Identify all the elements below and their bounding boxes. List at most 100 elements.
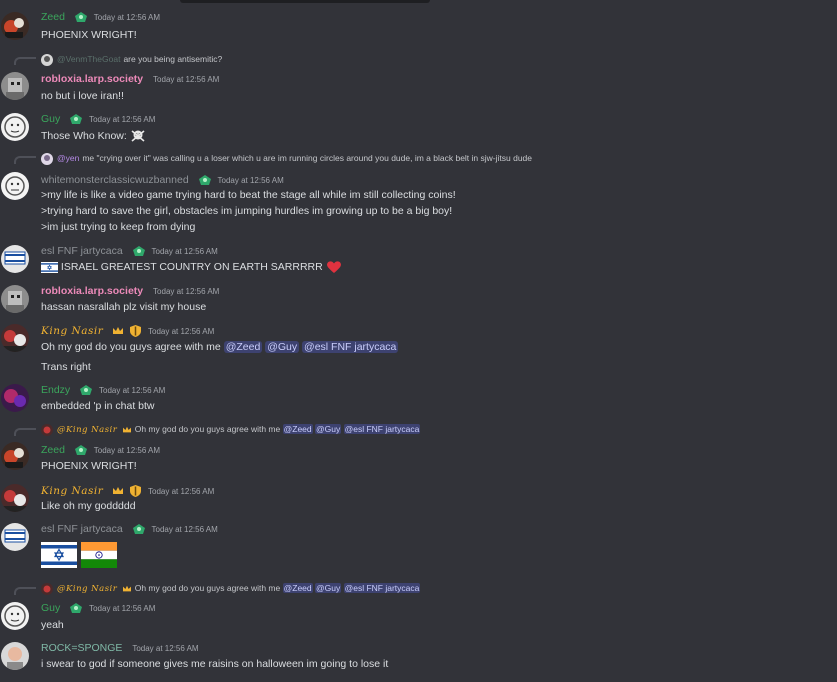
username[interactable]: King Nasir xyxy=(41,485,103,498)
shield-icon xyxy=(129,484,142,498)
timestamp: Today at 12:56 AM xyxy=(93,13,161,22)
reply-preview[interactable]: @VenmTheGoat are you being antisemitic? xyxy=(41,53,223,66)
message-text: ISRAEL GREATEST COUNTRY ON EARTH SARRRRR xyxy=(60,261,323,273)
message-line: >im just trying to keep from dying xyxy=(41,221,196,233)
timestamp: Today at 12:56 AM xyxy=(217,176,284,185)
user-mention[interactable]: @esl FNF jartycaca xyxy=(302,341,399,353)
reply-avatar xyxy=(41,152,53,165)
shield-icon xyxy=(129,324,142,338)
avatar[interactable] xyxy=(1,113,29,141)
reply-username[interactable]: @King Nasir xyxy=(57,425,117,435)
india-flag-icon xyxy=(80,542,117,568)
username[interactable]: esl FNF jartycaca xyxy=(41,523,123,536)
chat-message-list: Zeed Today at 12:56 AM PHOENIX WRIGHT! @… xyxy=(0,0,837,682)
reply-preview[interactable]: @King Nasir Oh my god do you guys agree … xyxy=(41,582,421,595)
skull-crossbones-icon xyxy=(130,128,146,144)
timestamp: Today at 12:56 AM xyxy=(132,644,199,653)
timestamp: Today at 12:56 AM xyxy=(148,486,215,496)
reply-username[interactable]: @yen xyxy=(57,153,79,163)
timestamp: Today at 12:56 AM xyxy=(148,326,215,336)
nitro-badge-icon xyxy=(79,384,93,396)
username[interactable]: robloxia.larp.society xyxy=(41,73,143,86)
message-text: PHOENIX WRIGHT! xyxy=(41,460,137,472)
reply-text: Oh my god do you guys agree with me xyxy=(134,583,281,593)
avatar[interactable] xyxy=(1,442,29,470)
nitro-badge-icon xyxy=(198,174,212,186)
reply-text: Oh my god do you guys agree with me xyxy=(134,424,281,434)
reply-text: are you being antisemitic? xyxy=(123,54,223,64)
avatar[interactable] xyxy=(1,172,29,200)
username[interactable]: Guy xyxy=(41,602,60,615)
reply-username[interactable]: @King Nasir xyxy=(57,584,117,594)
message-text: i swear to god if someone gives me raisi… xyxy=(41,658,389,670)
reply-spine xyxy=(14,57,36,65)
user-mention[interactable]: @Guy xyxy=(265,341,300,353)
reply-mention[interactable]: @Guy xyxy=(315,424,342,434)
reply-text: me "crying over it" was calling u a lose… xyxy=(82,153,533,163)
timestamp: Today at 12:56 AM xyxy=(153,287,220,296)
username[interactable]: Endzy xyxy=(41,384,70,397)
avatar[interactable] xyxy=(1,384,29,412)
message-text: Like oh my goddddd xyxy=(41,500,136,512)
reply-avatar xyxy=(41,423,53,436)
timestamp: Today at 12:56 AM xyxy=(89,604,156,613)
crown-icon xyxy=(112,486,124,496)
avatar[interactable] xyxy=(1,245,29,273)
reply-preview[interactable]: @King Nasir Oh my god do you guys agree … xyxy=(41,423,421,436)
avatar[interactable] xyxy=(1,324,29,352)
username[interactable]: robloxia.larp.society xyxy=(41,285,143,298)
message-text: Trans right xyxy=(41,361,91,373)
reply-mention[interactable]: @Zeed xyxy=(282,583,313,593)
nitro-badge-icon xyxy=(132,245,146,257)
reply-mention[interactable]: @Guy xyxy=(315,583,342,593)
username[interactable]: esl FNF jartycaca xyxy=(41,245,123,258)
message-text: Oh my god do you guys agree with me xyxy=(41,341,221,353)
reply-spine xyxy=(14,156,36,164)
reply-mention[interactable]: @esl FNF jartycaca xyxy=(343,583,421,593)
avatar[interactable] xyxy=(1,72,29,100)
message-text: Those Who Know: xyxy=(41,129,127,142)
crown-icon xyxy=(122,426,132,434)
username[interactable]: Guy xyxy=(41,113,60,126)
avatar[interactable] xyxy=(1,12,29,40)
message-line: >trying hard to save the girl, obstacles… xyxy=(41,205,453,217)
reply-spine xyxy=(14,587,36,595)
israel-flag-icon xyxy=(41,542,77,568)
username[interactable]: whitemonsterclassicwuzbanned xyxy=(41,174,189,187)
message-text: yeah xyxy=(41,619,64,631)
message-text: embedded 'p in chat btw xyxy=(41,400,155,412)
reply-avatar xyxy=(41,582,53,595)
timestamp: Today at 12:56 AM xyxy=(151,247,218,256)
crown-icon xyxy=(112,326,124,336)
reply-preview[interactable]: @yen me "crying over it" was calling u a … xyxy=(41,152,533,165)
avatar[interactable] xyxy=(1,642,29,670)
scroll-edge xyxy=(180,0,430,3)
timestamp: Today at 12:56 AM xyxy=(89,115,156,124)
timestamp: Today at 12:56 AM xyxy=(151,525,218,534)
timestamp: Today at 12:56 AM xyxy=(93,446,161,455)
message-text: PHOENIX WRIGHT! xyxy=(41,29,137,41)
avatar[interactable] xyxy=(1,484,29,512)
timestamp: Today at 12:56 AM xyxy=(99,386,166,395)
reply-username[interactable]: @VenmTheGoat xyxy=(57,54,120,64)
message-line: >my life is like a video game trying har… xyxy=(41,189,456,201)
avatar[interactable] xyxy=(1,602,29,630)
heart-icon xyxy=(326,260,342,274)
message-text: hassan nasrallah plz visit my house xyxy=(41,301,207,313)
message-text: no but i love iran!! xyxy=(41,90,124,102)
user-mention[interactable]: @Zeed xyxy=(223,341,263,353)
reply-spine xyxy=(14,428,36,436)
username[interactable]: ROCK=SPONGE xyxy=(41,642,122,655)
nitro-badge-icon xyxy=(74,11,88,23)
avatar[interactable] xyxy=(1,285,29,313)
username[interactable]: Zeed xyxy=(41,11,65,24)
reply-mention[interactable]: @esl FNF jartycaca xyxy=(343,424,421,434)
timestamp: Today at 12:56 AM xyxy=(153,75,220,84)
username[interactable]: Zeed xyxy=(41,444,65,457)
reply-avatar xyxy=(41,53,53,66)
avatar[interactable] xyxy=(1,523,29,551)
reply-mention[interactable]: @Zeed xyxy=(282,424,313,434)
crown-icon xyxy=(122,585,132,593)
username[interactable]: King Nasir xyxy=(41,325,103,338)
nitro-badge-icon xyxy=(69,113,83,125)
